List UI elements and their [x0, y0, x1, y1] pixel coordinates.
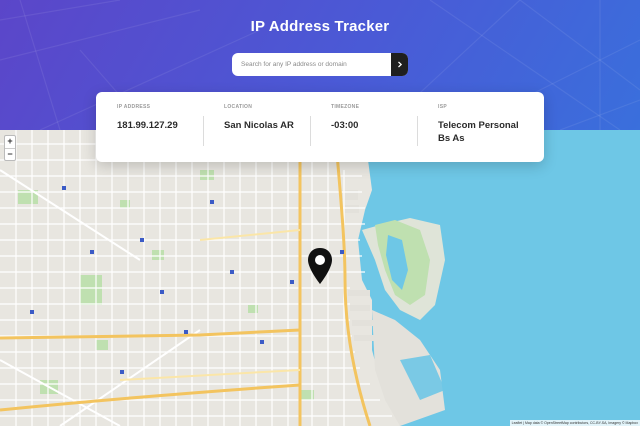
search-bar: [232, 53, 408, 76]
page-title: IP Address Tracker: [250, 18, 390, 35]
zoom-in-button[interactable]: +: [5, 136, 15, 148]
ip-address-value: 181.99.127.29: [117, 120, 178, 131]
location-value: San Nicolas AR: [224, 120, 294, 131]
location-label: LOCATION: [224, 104, 253, 110]
location-section: LOCATION San Nicolas AR: [203, 104, 310, 162]
location-pin-icon[interactable]: [306, 246, 334, 286]
timezone-section: TIMEZONE -03:00: [310, 104, 417, 162]
chevron-right-icon: [397, 61, 402, 68]
ip-info-card: IP ADDRESS 181.99.127.29 LOCATION San Ni…: [96, 92, 544, 162]
zoom-out-button[interactable]: −: [5, 148, 15, 160]
zoom-control: + −: [4, 135, 16, 161]
search-submit-button[interactable]: [391, 53, 408, 76]
isp-label: ISP: [438, 104, 447, 110]
isp-section: ISP Telecom Personal Bs As: [417, 104, 535, 162]
ip-address-section: IP ADDRESS 181.99.127.29: [96, 104, 203, 162]
timezone-label: TIMEZONE: [331, 104, 360, 110]
isp-value: Telecom Personal Bs As: [438, 120, 519, 144]
ip-address-label: IP ADDRESS: [117, 104, 151, 110]
map-attribution[interactable]: Leaflet | Map data © OpenStreetMap contr…: [509, 420, 640, 426]
search-input[interactable]: [232, 53, 391, 76]
timezone-value: -03:00: [331, 120, 359, 131]
